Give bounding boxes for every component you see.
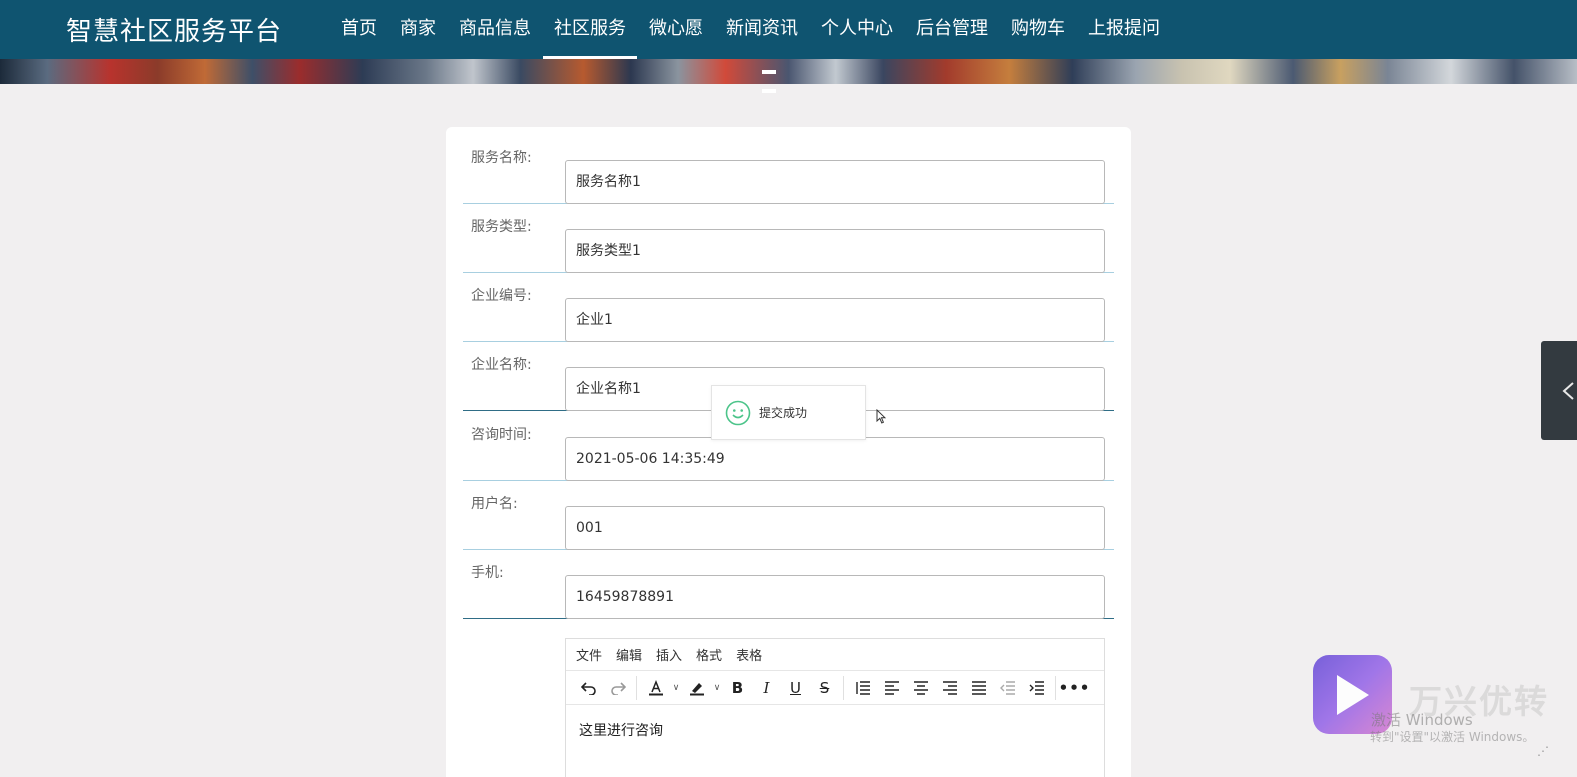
username-label: 用户名: [471, 496, 518, 512]
editor-menu-insert[interactable]: 插入 [656, 645, 682, 664]
form-row-service-type: 服务类型: 服务类型1 [463, 204, 1114, 273]
nav-item-personal-center[interactable]: 个人中心 [810, 0, 904, 59]
editor-toolbar: ∨ ∨ B I U S ••• [566, 671, 1104, 705]
smile-icon [725, 400, 751, 425]
editor-menu-file[interactable]: 文件 [576, 645, 602, 664]
text-color-icon[interactable] [641, 676, 670, 700]
align-right-icon[interactable] [935, 676, 964, 700]
italic-icon[interactable]: I [752, 676, 781, 700]
form-row-company-id: 企业编号: 企业1 [463, 273, 1114, 342]
form-row-username: 用户名: 001 [463, 481, 1114, 550]
company-name-label: 企业名称: [471, 357, 532, 373]
highlight-color-icon[interactable] [682, 676, 711, 700]
toolbar-divider [843, 675, 844, 700]
nav-item-products[interactable]: 商品信息 [448, 0, 542, 59]
consult-time-input[interactable]: 2021-05-06 14:35:49 [565, 437, 1105, 481]
site-title[interactable]: 智慧社区服务平台 [66, 11, 282, 48]
form-row-phone: 手机: 16459878891 [463, 550, 1114, 619]
nav-item-report-question[interactable]: 上报提问 [1077, 0, 1171, 59]
company-id-input[interactable]: 企业1 [565, 298, 1105, 342]
nav-menu: 首页 商家 商品信息 社区服务 微心愿 新闻资讯 个人中心 后台管理 购物车 上… [330, 0, 1172, 59]
editor-menu-format[interactable]: 格式 [696, 645, 722, 664]
nav-item-home[interactable]: 首页 [330, 0, 388, 59]
more-icon[interactable]: ••• [1059, 676, 1090, 700]
phone-label: 手机: [471, 565, 504, 581]
username-input[interactable]: 001 [565, 506, 1105, 550]
service-type-input[interactable]: 服务类型1 [565, 229, 1105, 273]
toolbar-divider [1055, 675, 1056, 700]
align-justify-icon[interactable] [964, 676, 993, 700]
chevron-down-icon[interactable]: ∨ [711, 676, 723, 700]
editor-menu-edit[interactable]: 编辑 [616, 645, 642, 664]
strikethrough-icon[interactable]: S [810, 676, 839, 700]
nav-item-news[interactable]: 新闻资讯 [715, 0, 809, 59]
editor-menu-table[interactable]: 表格 [736, 645, 762, 664]
indent-icon[interactable] [1022, 676, 1051, 700]
chevron-down-icon[interactable]: ∨ [670, 676, 682, 700]
underline-icon[interactable]: U [781, 676, 810, 700]
resize-grip-icon: ⋰ [1537, 744, 1549, 758]
service-type-label: 服务类型: [471, 219, 532, 235]
service-name-label: 服务名称: [471, 150, 532, 166]
toast-message: 提交成功 [759, 406, 808, 420]
rich-text-editor: 文件 编辑 插入 格式 表格 ∨ ∨ B I U S ••• 这里进行咨询 [565, 638, 1105, 777]
nav-item-cart[interactable]: 购物车 [1000, 0, 1076, 59]
nav-item-community-services[interactable]: 社区服务 [543, 0, 637, 59]
align-left-icon[interactable] [877, 676, 906, 700]
undo-icon[interactable] [574, 676, 603, 700]
align-center-icon[interactable] [906, 676, 935, 700]
line-height-icon[interactable] [848, 676, 877, 700]
activate-windows-title: 激活 Windows [1371, 711, 1473, 729]
redo-icon[interactable] [603, 676, 632, 700]
company-id-label: 企业编号: [471, 288, 532, 304]
bold-icon[interactable]: B [723, 676, 752, 700]
outdent-icon[interactable] [993, 676, 1022, 700]
editor-menu-bar: 文件 编辑 插入 格式 表格 [566, 639, 1104, 671]
activate-windows-hint: 转到"设置"以激活 Windows。 [1370, 730, 1535, 744]
phone-input[interactable]: 16459878891 [565, 575, 1105, 619]
side-drawer-toggle[interactable] [1541, 341, 1577, 440]
service-name-input[interactable]: 服务名称1 [565, 160, 1105, 204]
top-navigation-bar: 智慧社区服务平台 首页 商家 商品信息 社区服务 微心愿 新闻资讯 个人中心 后… [0, 0, 1577, 59]
success-toast: 提交成功 [711, 385, 866, 440]
banner-carousel-indicators[interactable] [762, 59, 798, 93]
toolbar-divider [636, 675, 637, 700]
nav-item-micro-wishes[interactable]: 微心愿 [638, 0, 714, 59]
chevron-left-icon [1562, 382, 1574, 400]
nav-item-admin[interactable]: 后台管理 [905, 0, 999, 59]
form-row-service-name: 服务名称: 服务名称1 [463, 135, 1114, 204]
consult-time-label: 咨询时间: [471, 427, 532, 443]
editor-content[interactable]: 这里进行咨询 [566, 705, 1104, 755]
nav-item-merchants[interactable]: 商家 [389, 0, 447, 59]
mouse-cursor-icon [876, 409, 886, 424]
